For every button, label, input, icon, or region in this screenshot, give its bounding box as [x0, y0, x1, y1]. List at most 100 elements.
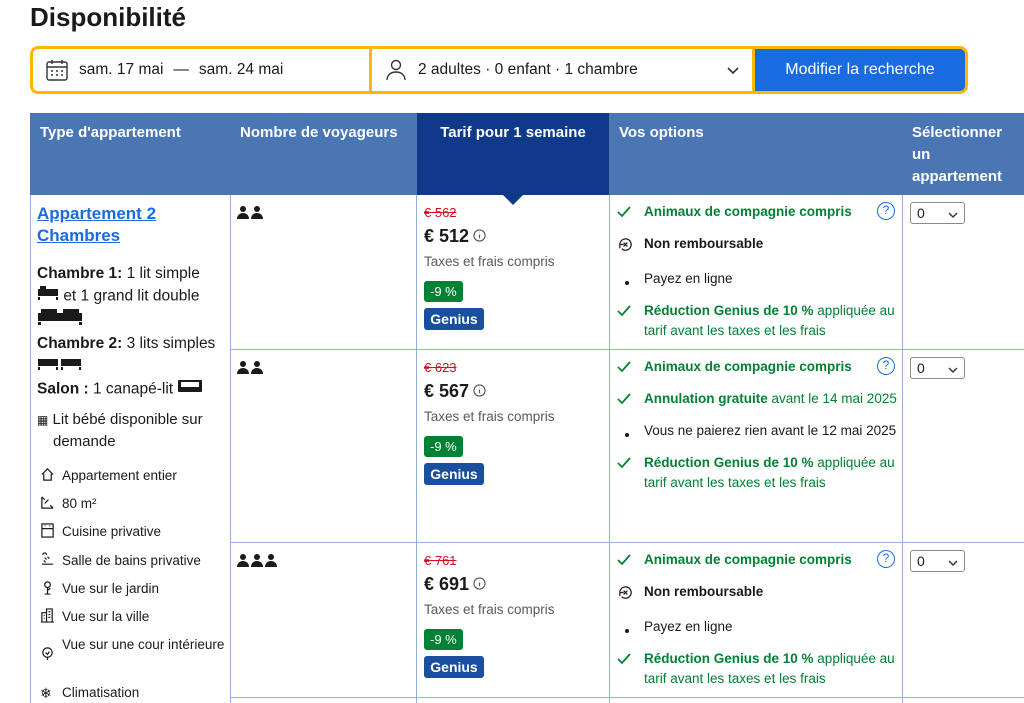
feature-item: Appartement entier — [40, 467, 225, 485]
crib-info: ▦ Lit bébé disponible sur demande — [37, 409, 227, 453]
room1-text2: et 1 grand lit double — [63, 287, 200, 305]
crib-text: Lit bébé disponible sur demande — [52, 411, 203, 450]
current-price: € 567 — [424, 381, 604, 402]
chevron-down-icon — [947, 361, 959, 381]
original-price: € 761 — [424, 553, 457, 568]
genius-badge: Genius — [424, 308, 484, 330]
options-cell: Animaux de compagnie compris ? Non rembo… — [617, 202, 897, 351]
feature-item: Vue sur le jardin — [40, 580, 225, 598]
help-icon[interactable]: ? — [877, 550, 895, 568]
help-icon[interactable]: ? — [877, 202, 895, 220]
date-separator: — — [173, 61, 189, 78]
grid-line — [416, 195, 417, 703]
modify-search-button[interactable]: Modifier la recherche — [755, 49, 965, 91]
options-cell: Animaux de compagnie compris ? Non rembo… — [617, 550, 897, 699]
feature-item: ❄ Climatisation — [40, 685, 140, 701]
calendar-icon — [45, 58, 69, 82]
room-quantity-select[interactable]: 0 — [910, 357, 965, 379]
room-quantity-select[interactable]: 0 — [910, 202, 965, 224]
salon-label: Salon : — [37, 380, 89, 398]
payment-option: Payez en ligne — [617, 269, 897, 291]
check-icon — [617, 357, 644, 379]
current-price: € 691 — [424, 574, 604, 595]
feature-item: Salle de bains privative — [40, 552, 225, 570]
room2-text: 3 lits simples — [126, 335, 216, 352]
grid-line — [230, 195, 231, 703]
single-beds-icon — [37, 355, 83, 378]
page-title: Disponibilité — [30, 2, 186, 32]
genius-badge: Genius — [424, 656, 484, 678]
genius-discount-option: Réduction Genius de 10 % appliquée au ta… — [617, 301, 897, 341]
original-price: € 623 — [424, 360, 457, 375]
search-bar: sam. 17 mai — sam. 24 mai 2 adultes · 0 … — [30, 46, 968, 94]
courtyard-icon — [40, 636, 62, 661]
chevron-down-icon — [947, 554, 959, 574]
guests-summary: 2 adultes · 0 enfant · 1 chambre — [418, 61, 638, 78]
person-icon — [384, 58, 408, 82]
row-divider — [230, 542, 1024, 543]
check-icon — [617, 649, 644, 671]
column-header-guests: Nombre de voyageurs — [240, 124, 398, 141]
room-quantity-select[interactable]: 0 — [910, 550, 965, 572]
genius-badge: Genius — [424, 463, 484, 485]
table-header: Type d'appartement Nombre de voyageurs T… — [30, 113, 1024, 205]
discount-badge: -9 % — [424, 436, 463, 457]
check-icon — [617, 389, 644, 411]
check-icon — [617, 453, 644, 475]
guest-count-icon — [237, 205, 265, 219]
genius-discount-option: Réduction Genius de 10 % appliquée au ta… — [617, 649, 897, 689]
help-icon[interactable]: ? — [877, 357, 895, 375]
check-icon — [617, 301, 644, 323]
bed-configuration: Chambre 1: 1 lit simple et 1 grand lit d… — [37, 263, 227, 401]
tax-note: Taxes et frais compris — [424, 409, 555, 424]
crib-icon: ▦ — [37, 413, 49, 427]
cancellation-option: Non remboursable — [617, 234, 897, 259]
room1-label: Chambre 1: — [37, 265, 123, 282]
feature-item: Cuisine privative — [40, 523, 225, 541]
tax-note: Taxes et frais compris — [424, 602, 555, 617]
guests-selector[interactable]: 2 adultes · 0 enfant · 1 chambre — [372, 49, 752, 91]
check-icon — [617, 202, 644, 224]
apartment-name-link[interactable]: Appartement 2 Chambres — [37, 203, 227, 247]
check-icon — [617, 550, 644, 572]
snowflake-icon: ❄ — [40, 685, 52, 701]
original-price: € 562 — [424, 205, 457, 220]
grid-line — [30, 195, 31, 703]
grid-line — [902, 195, 903, 703]
pets-option: Animaux de compagnie compris ? — [617, 202, 897, 224]
price-cell: € 761 € 691 Taxes et frais compris -9 % … — [424, 553, 604, 678]
info-icon[interactable] — [473, 574, 486, 595]
salon-text: 1 canapé-lit — [92, 380, 174, 398]
chevron-down-icon — [947, 206, 959, 226]
no-refund-icon — [617, 234, 644, 259]
room2-label: Chambre 2: — [37, 335, 123, 352]
cancellation-option: Annulation gratuite avant le 14 mai 2025 — [617, 389, 897, 411]
column-header-options: Vos options — [619, 124, 704, 141]
garden-icon — [40, 580, 62, 595]
discount-badge: -9 % — [424, 629, 463, 650]
options-cell: Animaux de compagnie compris ? Annulatio… — [617, 357, 897, 503]
pets-option: Animaux de compagnie compris ? — [617, 550, 897, 572]
date-picker[interactable]: sam. 17 mai — sam. 24 mai — [33, 49, 369, 91]
column-header-price[interactable]: Tarif pour 1 semaine — [417, 113, 609, 205]
feature-item: 80 m² — [40, 495, 225, 513]
feature-item: Vue sur la ville — [40, 608, 225, 626]
info-icon[interactable] — [473, 381, 486, 402]
single-bed-icon — [37, 285, 59, 308]
no-refund-icon — [617, 582, 644, 607]
check-out-date: sam. 24 mai — [198, 61, 284, 78]
genius-discount-option: Réduction Genius de 10 % appliquée au ta… — [617, 453, 897, 493]
room1-text: 1 lit simple — [126, 265, 200, 282]
price-cell: € 623 € 567 Taxes et frais compris -9 % … — [424, 360, 604, 485]
tax-note: Taxes et frais compris — [424, 254, 555, 269]
info-icon[interactable] — [473, 226, 486, 247]
current-price: € 512 — [424, 226, 604, 247]
feature-item: Vue sur une cour intérieure — [40, 636, 225, 661]
column-header-type: Type d'appartement — [40, 124, 181, 141]
guest-count-icon — [237, 553, 279, 567]
grid-line — [609, 195, 610, 703]
guest-count-icon — [237, 360, 265, 374]
kitchen-icon — [40, 523, 62, 538]
payment-option: Vous ne paierez rien avant le 12 mai 202… — [617, 421, 897, 443]
area-icon — [40, 495, 62, 510]
